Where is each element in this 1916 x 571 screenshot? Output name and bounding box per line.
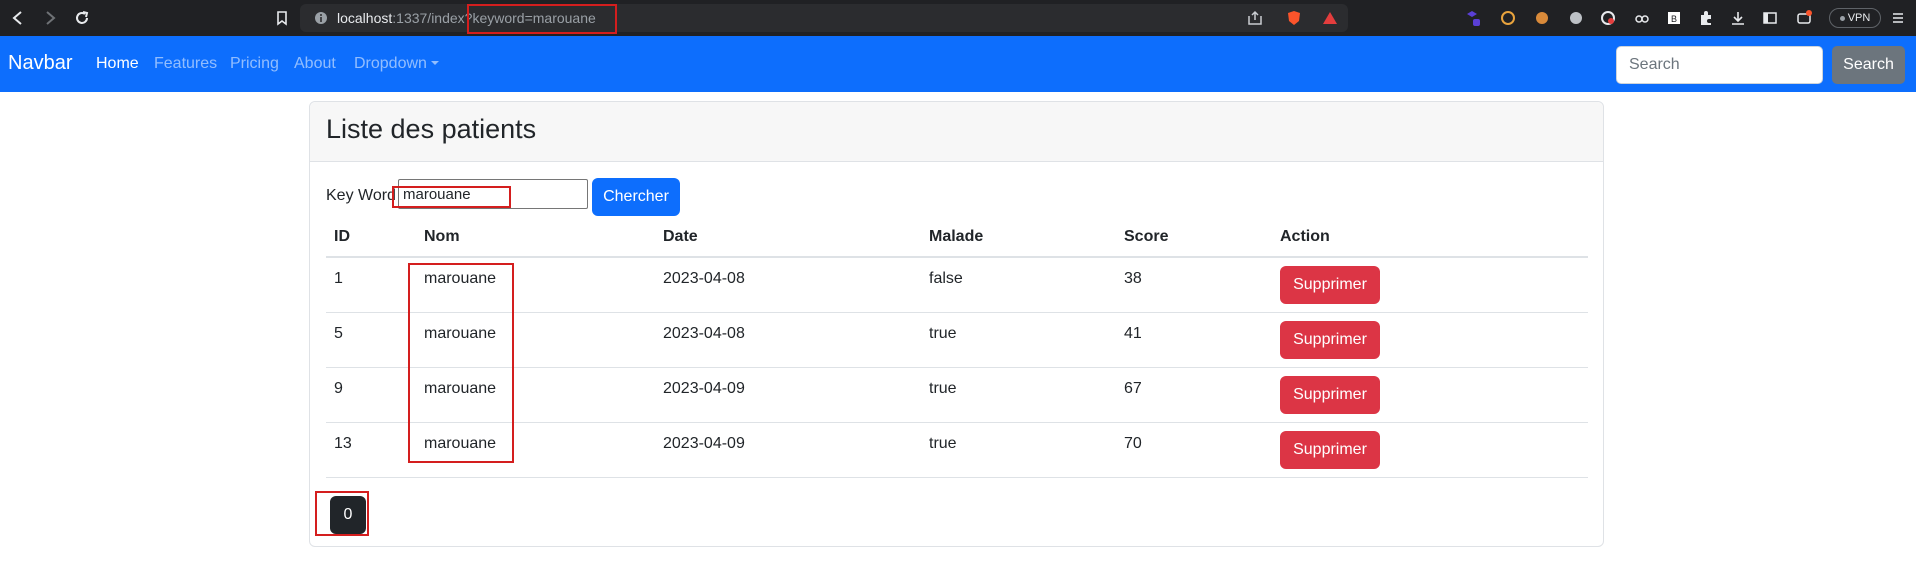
cell-id: 5 — [334, 325, 343, 342]
downloads-icon[interactable] — [1726, 6, 1750, 30]
column-header-action: Action — [1280, 228, 1330, 245]
site-info-icon[interactable] — [309, 6, 333, 30]
extension-icon-5[interactable] — [1596, 6, 1620, 30]
vpn-label: VPN — [1847, 12, 1871, 24]
nav-pricing[interactable]: Pricing — [230, 55, 279, 73]
delete-button[interactable]: Supprimer — [1280, 266, 1380, 304]
column-header-score: Score — [1124, 228, 1169, 245]
brave-shield-icon[interactable] — [1282, 6, 1306, 30]
cell-date: 2023-04-08 — [663, 270, 745, 287]
cell-date: 2023-04-08 — [663, 325, 745, 342]
forward-icon[interactable] — [38, 6, 62, 30]
table-row: 1 marouane 2023-04-08 false 38 Supprimer — [326, 258, 1588, 313]
nav-dropdown-label: Dropdown — [354, 55, 427, 72]
column-header-nom: Nom — [424, 228, 460, 245]
sidebar-icon[interactable] — [1758, 6, 1782, 30]
table-row: 5 marouane 2023-04-08 true 41 Supprimer — [326, 313, 1588, 368]
delete-button[interactable]: Supprimer — [1280, 376, 1380, 414]
cell-score: 38 — [1124, 270, 1142, 287]
cell-nom: marouane — [424, 435, 497, 452]
table-row: 9 marouane 2023-04-09 true 67 Supprimer — [326, 368, 1588, 423]
cell-malade: true — [929, 380, 957, 397]
cell-malade: true — [929, 435, 957, 452]
vpn-button[interactable]: VPN — [1829, 8, 1881, 28]
cell-id: 13 — [334, 435, 352, 452]
bookmark-icon[interactable] — [270, 6, 294, 30]
cell-malade: true — [929, 325, 957, 342]
column-header-id: ID — [334, 228, 350, 245]
reload-icon[interactable] — [70, 6, 94, 30]
menu-icon[interactable] — [1886, 6, 1910, 30]
extension-icon-6[interactable] — [1630, 6, 1654, 30]
cell-score: 41 — [1124, 325, 1142, 342]
nav-home[interactable]: Home — [96, 55, 139, 73]
brave-rewards-icon[interactable] — [1318, 6, 1342, 30]
wallet-icon[interactable] — [1792, 6, 1816, 30]
caret-down-icon — [430, 61, 439, 65]
cell-nom: marouane — [424, 325, 497, 342]
cell-malade: false — [929, 270, 963, 287]
share-icon[interactable] — [1243, 6, 1267, 30]
nav-about[interactable]: About — [294, 55, 336, 73]
cell-date: 2023-04-09 — [663, 435, 745, 452]
navbar-search-input[interactable] — [1616, 46, 1823, 84]
table-row: 13 marouane 2023-04-09 true 70 Supprimer — [326, 423, 1588, 478]
extension-icon-1[interactable] — [1460, 6, 1484, 30]
browser-toolbar: localhost:1337/index?keyword=marouane B … — [0, 0, 1916, 36]
cell-date: 2023-04-09 — [663, 380, 745, 397]
cell-nom: marouane — [424, 270, 497, 287]
url-annotation-box — [467, 4, 617, 34]
delete-button[interactable]: Supprimer — [1280, 431, 1380, 469]
cell-score: 70 — [1124, 435, 1142, 452]
svg-text:B: B — [1671, 14, 1677, 24]
nav-features[interactable]: Features — [154, 55, 217, 73]
extensions-puzzle-icon[interactable] — [1694, 6, 1718, 30]
extension-icon-4[interactable] — [1564, 6, 1588, 30]
navbar-brand[interactable]: Navbar — [8, 52, 72, 75]
page-title: Liste des patients — [326, 114, 537, 144]
delete-button[interactable]: Supprimer — [1280, 321, 1380, 359]
url-host: localhost — [337, 10, 393, 26]
navbar-search-button[interactable]: Search — [1832, 46, 1905, 84]
keyword-input[interactable] — [398, 179, 588, 209]
cell-id: 1 — [334, 270, 343, 287]
keyword-label: Key Word — [326, 187, 396, 204]
pagination-page-button[interactable]: 0 — [330, 496, 366, 534]
nav-dropdown[interactable]: Dropdown — [354, 55, 439, 73]
column-header-date: Date — [663, 228, 698, 245]
navbar: Navbar Home Features Pricing About Dropd… — [0, 36, 1916, 92]
card-header: Liste des patients — [310, 102, 1603, 162]
patients-card: Liste des patients Key Word Chercher ID … — [309, 101, 1604, 547]
extension-icon-3[interactable] — [1530, 6, 1554, 30]
cell-nom: marouane — [424, 380, 497, 397]
back-icon[interactable] — [6, 6, 30, 30]
column-header-malade: Malade — [929, 228, 984, 245]
extension-icon-7[interactable]: B — [1662, 6, 1686, 30]
cell-score: 67 — [1124, 380, 1142, 397]
cell-id: 9 — [334, 380, 343, 397]
vpn-status-icon — [1839, 15, 1845, 21]
extension-icon-2[interactable] — [1496, 6, 1520, 30]
search-button[interactable]: Chercher — [592, 178, 680, 216]
